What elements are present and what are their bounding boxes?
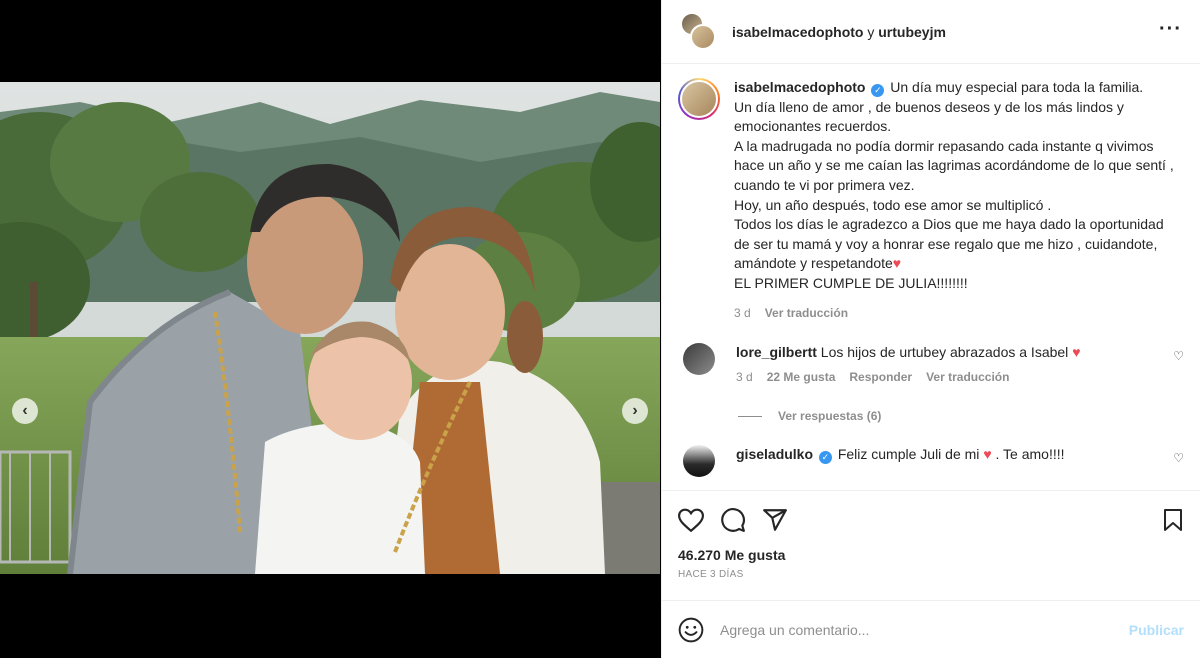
more-horizontal-icon[interactable]: ··· [1159,19,1182,39]
next-image-icon[interactable]: › [622,398,648,424]
previous-image-icon[interactable]: ‹ [12,398,38,424]
comment: giseladulko ✓ Feliz cumple Juli de mi ♥ … [678,445,1184,478]
collab-avatars[interactable] [678,11,718,52]
like-count[interactable]: 46.270 Me gusta [678,547,1184,563]
like-heart-icon[interactable] [678,508,704,532]
publish-button[interactable]: Publicar [1129,622,1184,638]
comments-scroll[interactable]: isabelmacedophoto ✓ Un día muy especial … [662,64,1200,490]
caption-line: Un día muy especial para toda la familia… [890,79,1144,95]
comment-text: Los hijos de urtubey abrazados a Isabel [820,344,1069,361]
post-authors: isabelmacedophoto y urtubeyjm [732,24,946,40]
post-sidebar: isabelmacedophoto y urtubeyjm ··· isabel… [661,0,1200,658]
caption-time[interactable]: 3 d [734,304,751,324]
verified-badge-icon: ✓ [818,451,832,465]
author-link[interactable]: isabelmacedophoto [732,24,863,40]
family-photo-illustration [0,82,660,574]
post-media: ‹ › [0,0,660,658]
caption-line: Todos los días le agradezco a Dios que m… [734,216,1164,272]
heart-emoji-icon: ♥ [1072,344,1081,361]
avatar[interactable] [683,445,715,478]
translate-link[interactable]: Ver traducción [765,304,848,324]
caption-line: A la madrugada no podía dormir repasando… [734,137,1174,193]
add-comment-bar: Publicar [662,600,1200,658]
comment-username[interactable]: giseladulko [736,446,813,462]
comment-bubble-icon[interactable] [720,507,746,533]
save-bookmark-icon[interactable] [1162,508,1184,532]
view-replies-label: Ver respuestas (6) [778,409,882,424]
heart-emoji-icon: ♥ [892,255,902,272]
post-photo[interactable]: ‹ › [0,82,660,574]
comment-text: . Te amo!!!! [995,446,1065,463]
divider [738,415,762,417]
authors-joiner: y [867,23,875,40]
comment-text: Feliz cumple Juli de mi [837,446,980,463]
story-ring-avatar[interactable] [678,78,720,120]
caption-line: Un día lleno de amor , de buenos deseos … [734,98,1124,135]
avatar[interactable] [690,23,716,50]
comment: lore_gilbertt Los hijos de urtubey abraz… [678,343,1184,387]
verified-badge-icon: ✓ [871,84,885,97]
caption-username[interactable]: isabelmacedophoto [734,79,865,95]
avatar[interactable] [683,343,715,376]
emoji-smiley-icon[interactable] [678,617,704,643]
share-send-icon[interactable] [762,508,788,532]
reply-button[interactable]: Responder [849,368,912,387]
post-timestamp[interactable]: HACE 3 DÍAS [678,569,1184,580]
heart-emoji-icon: ♥ [983,446,992,463]
comment-time[interactable]: 3 d [736,368,753,387]
view-replies-button[interactable]: Ver respuestas (6) [738,409,1184,423]
like-comment-heart-icon[interactable]: ♡ [1173,451,1184,465]
caption: isabelmacedophoto ✓ Un día muy especial … [678,78,1184,323]
author-link[interactable]: urtubeyjm [878,24,946,40]
comment-input[interactable] [720,621,1129,638]
caption-line: EL PRIMER CUMPLE DE JULIA!!!!!!!! [734,274,968,291]
post-actions: 46.270 Me gusta HACE 3 DÍAS [662,490,1200,580]
post-header: isabelmacedophoto y urtubeyjm ··· [662,0,1200,64]
comment-likes[interactable]: 22 Me gusta [767,368,836,387]
translate-link[interactable]: Ver traducción [926,368,1009,387]
comment-username[interactable]: lore_gilbertt [736,344,817,360]
caption-line: Hoy, un año después, todo ese amor se mu… [734,196,1052,213]
like-comment-heart-icon[interactable]: ♡ [1173,349,1184,363]
